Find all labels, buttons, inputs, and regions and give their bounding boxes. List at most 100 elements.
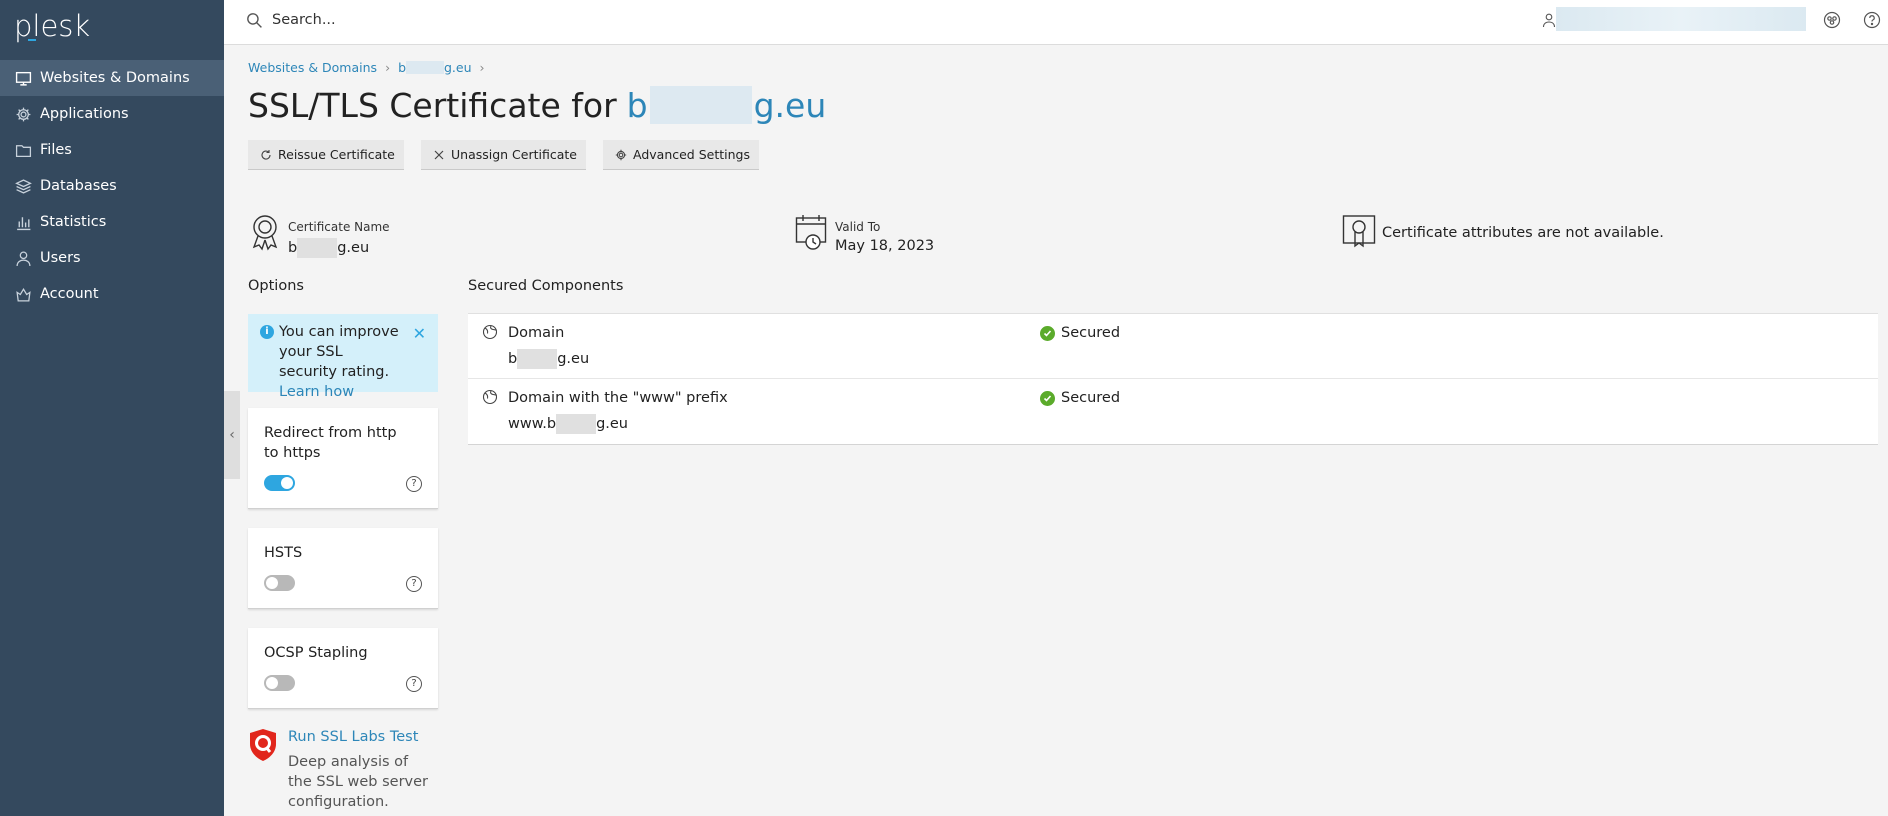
- qualys-shield-icon: [250, 729, 276, 761]
- user-icon[interactable]: [1542, 12, 1556, 28]
- sidebar-item-websites-domains[interactable]: Websites & Domains: [0, 60, 224, 96]
- sidebar-item-label: Account: [40, 286, 99, 302]
- domain-globe-icon: [482, 324, 498, 340]
- sidebar: plesk Websites & Domains Applications Fi…: [0, 0, 224, 816]
- folder-icon: [15, 144, 32, 157]
- redirect-https-label: Redirect from http to https: [264, 425, 397, 461]
- component-domain: www.b g.eu: [508, 414, 628, 434]
- certificate-badge-icon: [252, 215, 278, 251]
- options-heading: Options: [248, 278, 304, 294]
- monitor-icon: [15, 71, 32, 86]
- unassign-certificate-button[interactable]: Unassign Certificate: [421, 140, 586, 170]
- certificate-name-block: Certificate Name b g.eu: [248, 213, 390, 258]
- valid-to-block: Valid To May 18, 2023: [795, 213, 934, 254]
- redacted-block: [517, 349, 558, 369]
- layers-icon: [15, 178, 32, 194]
- security-rating-notice: i You can improve your SSL security rati…: [248, 314, 438, 400]
- title-domain-prefix: b: [626, 85, 648, 125]
- certificate-attributes-text: Certificate attributes are not available…: [1382, 225, 1664, 241]
- status-text: Secured: [1061, 390, 1121, 406]
- run-ssl-labs-test-link[interactable]: Run SSL Labs Test: [288, 729, 418, 745]
- top-bar: [224, 0, 1888, 45]
- sidebar-item-applications[interactable]: Applications: [0, 96, 224, 132]
- gear-icon: [615, 149, 627, 160]
- sidebar-item-files[interactable]: Files: [0, 132, 224, 168]
- breadcrumb-domain-prefix: b: [398, 60, 406, 75]
- notice-text: You can improve your SSL security rating…: [279, 324, 399, 380]
- breadcrumb-separator: ›: [479, 60, 485, 75]
- redacted-block: [649, 86, 752, 124]
- notice-text-block: You can improve your SSL security rating…: [279, 322, 399, 402]
- search-input[interactable]: [272, 8, 872, 32]
- status-badge: Secured: [1040, 390, 1120, 406]
- redacted-block: [406, 61, 444, 74]
- certificate-name-label: Certificate Name: [288, 220, 390, 234]
- certificate-name-prefix: b: [288, 240, 298, 256]
- sidebar-item-label: Databases: [40, 178, 117, 194]
- logo-accent: [28, 39, 36, 41]
- redacted-block: [556, 414, 597, 434]
- extensions-icon[interactable]: [1822, 10, 1842, 30]
- sidebar-item-label: Applications: [40, 106, 129, 122]
- bar-chart-icon: [17, 216, 31, 230]
- table-row: Domain with the "www" prefix www.b g.eu S…: [468, 379, 1878, 444]
- refresh-icon: [261, 149, 271, 160]
- hsts-card: HSTS ?: [248, 528, 438, 609]
- advanced-settings-button[interactable]: Advanced Settings: [603, 140, 759, 170]
- help-icon[interactable]: ?: [406, 576, 422, 592]
- ocsp-stapling-card: OCSP Stapling ?: [248, 628, 438, 709]
- reissue-certificate-label: Reissue Certificate: [278, 147, 395, 162]
- page-title-text: SSL/TLS Certificate for: [248, 85, 617, 125]
- component-domain-prefix: www.b: [508, 416, 557, 432]
- valid-to-label: Valid To: [835, 220, 881, 234]
- account-icon: [16, 287, 31, 302]
- help-icon[interactable]: ?: [406, 676, 422, 692]
- sidebar-item-databases[interactable]: Databases: [0, 168, 224, 204]
- redirect-https-card: Redirect from http to https ?: [248, 408, 438, 509]
- status-badge: Secured: [1040, 325, 1120, 341]
- sidebar-item-label: Files: [40, 142, 72, 158]
- breadcrumb-root-link[interactable]: Websites & Domains: [248, 60, 377, 75]
- breadcrumb-domain-link[interactable]: b g.eu: [398, 60, 471, 75]
- certificate-name-suffix: g.eu: [337, 240, 370, 256]
- breadcrumb-separator: ›: [385, 60, 391, 75]
- learn-how-link[interactable]: Learn how: [279, 384, 354, 400]
- ocsp-stapling-label: OCSP Stapling: [264, 645, 368, 661]
- sidebar-collapse-handle[interactable]: ‹: [224, 391, 240, 479]
- logo-text: plesk: [14, 9, 91, 43]
- redirect-https-toggle[interactable]: [264, 475, 295, 491]
- ocsp-stapling-toggle[interactable]: [264, 675, 295, 691]
- unassign-certificate-label: Unassign Certificate: [451, 147, 577, 162]
- info-icon: i: [260, 325, 274, 339]
- table-row: Domain b g.eu Secured: [468, 314, 1878, 379]
- check-circle-icon: [1040, 390, 1055, 406]
- close-notice-icon[interactable]: ✕: [413, 324, 426, 343]
- hsts-toggle[interactable]: [264, 575, 295, 591]
- sidebar-item-label: Websites & Domains: [40, 70, 190, 86]
- sidebar-item-statistics[interactable]: Statistics: [0, 204, 224, 240]
- sidebar-item-users[interactable]: Users: [0, 240, 224, 276]
- sidebar-nav: Websites & Domains Applications Files Da…: [0, 60, 224, 312]
- plesk-logo[interactable]: plesk: [14, 9, 90, 43]
- reissue-certificate-button[interactable]: Reissue Certificate: [248, 140, 404, 170]
- breadcrumb-domain-suffix: g.eu: [444, 60, 472, 75]
- redacted-block: [297, 238, 338, 258]
- sidebar-item-account[interactable]: Account: [0, 276, 224, 312]
- check-circle-icon: [1040, 325, 1055, 341]
- certificate-name-value: b g.eu: [288, 238, 390, 258]
- user-name-redacted[interactable]: [1556, 7, 1806, 31]
- sidebar-item-label: Users: [40, 250, 81, 266]
- component-domain-suffix: g.eu: [557, 351, 590, 367]
- toggle-knob: [266, 677, 278, 689]
- valid-to-value: May 18, 2023: [835, 238, 935, 254]
- secured-components-table: Domain b g.eu Secured Domain with the "ww…: [468, 313, 1878, 445]
- secured-components-heading: Secured Components: [468, 278, 624, 294]
- help-icon[interactable]: ?: [406, 476, 422, 492]
- certificate-attributes-block: Certificate attributes are not available…: [1342, 213, 1664, 251]
- page-title-domain-link[interactable]: b g.eu: [627, 86, 827, 125]
- toggle-knob: [266, 577, 278, 589]
- help-icon[interactable]: [1862, 10, 1882, 30]
- domain-globe-icon: [482, 389, 498, 405]
- status-text: Secured: [1061, 325, 1121, 341]
- calendar-clock-icon: [795, 215, 827, 250]
